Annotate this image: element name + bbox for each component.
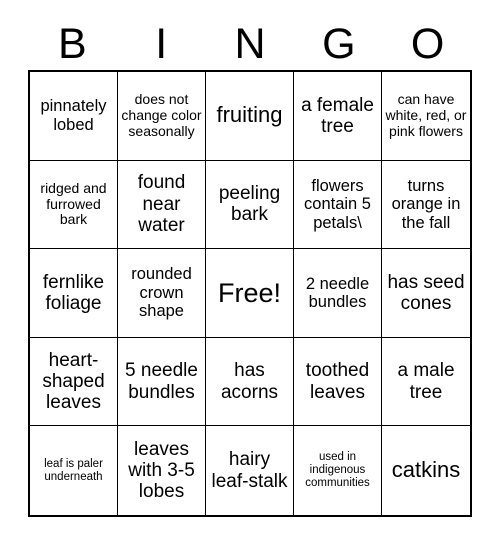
bingo-cell-label: turns orange in the fall xyxy=(391,176,461,232)
bingo-cell[interactable]: leaf is paler underneath xyxy=(30,426,118,515)
bingo-cell-label: fernlike foliage xyxy=(42,271,105,314)
bingo-cell[interactable]: 2 needle bundles xyxy=(294,249,382,338)
bingo-cell[interactable]: rounded crown shape xyxy=(118,249,206,338)
bingo-cell[interactable]: ridged and furrowed bark xyxy=(30,160,118,250)
bingo-cell-label: peeling bark xyxy=(218,183,281,226)
bingo-card: B I N G O pinnately lobed does not chang… xyxy=(0,0,500,544)
bingo-header: B I N G O xyxy=(28,18,472,70)
header-letter-n: N xyxy=(234,19,266,68)
bingo-cell-label: found near water xyxy=(137,172,186,237)
bingo-cell-label: does not change color seasonally xyxy=(121,91,202,139)
header-letter-b: B xyxy=(58,19,87,68)
bingo-cell-label: leaves with 3-5 lobes xyxy=(128,438,195,503)
bingo-cell[interactable]: toothed leaves xyxy=(294,337,382,427)
header-letter-i: I xyxy=(155,19,168,68)
bingo-cell[interactable]: turns orange in the fall xyxy=(382,160,470,250)
bingo-cell-label: Free! xyxy=(217,277,282,308)
bingo-cell-label: 5 needle bundles xyxy=(125,360,198,403)
bingo-cell[interactable]: does not change color seasonally xyxy=(118,72,206,161)
bingo-cell-label: has acorns xyxy=(220,360,279,403)
bingo-cell[interactable]: catkins xyxy=(382,426,470,515)
bingo-cell[interactable]: flowers contain 5 petals\ xyxy=(294,160,382,250)
bingo-cell[interactable]: a female tree xyxy=(294,72,382,161)
bingo-cell-label: used in indigenous communities xyxy=(305,451,370,490)
bingo-cell[interactable]: leaves with 3-5 lobes xyxy=(118,426,206,515)
bingo-cell-label: flowers contain 5 petals\ xyxy=(304,176,371,232)
bingo-cell-label: fruiting xyxy=(216,102,283,128)
bingo-cell-label: 2 needle bundles xyxy=(305,274,370,311)
bingo-grid: pinnately lobed does not change color se… xyxy=(28,70,472,517)
bingo-cell-label: a male tree xyxy=(397,360,455,403)
bingo-cell[interactable]: fruiting xyxy=(206,72,294,161)
bingo-cell[interactable]: has acorns xyxy=(206,337,294,427)
bingo-cell[interactable]: fernlike foliage xyxy=(30,249,118,338)
bingo-cell-label: ridged and furrowed bark xyxy=(40,179,107,228)
bingo-cell-label: has seed cones xyxy=(387,271,465,314)
bingo-cell-label: can have white, red, or pink flowers xyxy=(385,91,467,139)
bingo-cell-label: leaf is paler underneath xyxy=(44,457,103,483)
bingo-cell[interactable]: used in indigenous communities xyxy=(294,426,382,515)
bingo-cell[interactable]: pinnately lobed xyxy=(30,72,118,161)
header-letter-o: O xyxy=(410,19,445,68)
bingo-cell-free[interactable]: Free! xyxy=(206,249,294,338)
bingo-cell[interactable]: can have white, red, or pink flowers xyxy=(382,72,470,161)
bingo-cell[interactable]: peeling bark xyxy=(206,160,294,250)
bingo-cell[interactable]: has seed cones xyxy=(382,249,470,338)
bingo-cell[interactable]: found near water xyxy=(118,160,206,250)
bingo-cell-label: hairy leaf-stalk xyxy=(211,449,288,492)
bingo-cell-label: a female tree xyxy=(301,94,374,137)
bingo-cell-label: pinnately lobed xyxy=(40,97,107,134)
bingo-cell[interactable]: hairy leaf-stalk xyxy=(206,426,294,515)
bingo-cell-label: rounded crown shape xyxy=(131,265,192,321)
bingo-cell-label: toothed leaves xyxy=(305,360,370,403)
bingo-cell-label: heart-shaped leaves xyxy=(42,349,105,414)
bingo-cell[interactable]: a male tree xyxy=(382,337,470,427)
bingo-cell-label: catkins xyxy=(391,457,461,483)
bingo-cell[interactable]: 5 needle bundles xyxy=(118,337,206,427)
bingo-cell[interactable]: heart-shaped leaves xyxy=(30,337,118,427)
header-letter-g: G xyxy=(322,19,356,68)
